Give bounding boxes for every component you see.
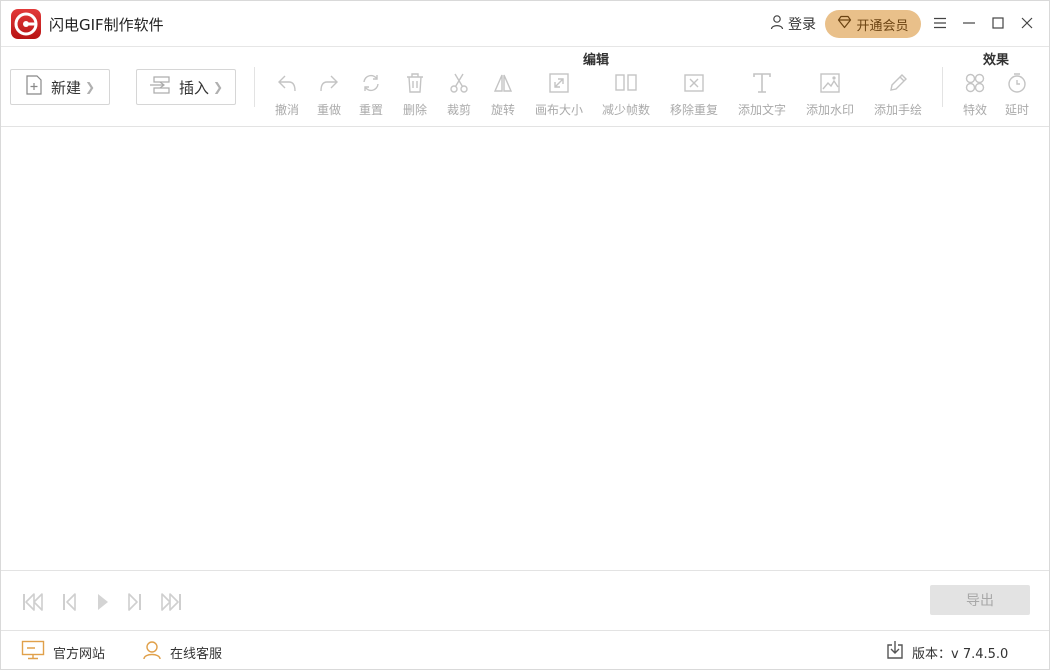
pencil-icon [886,71,910,95]
delay-label: 延时 [1005,103,1030,117]
minimize-icon[interactable] [960,14,978,32]
support-icon [142,640,162,664]
add-text-button[interactable]: 添加文字 [738,71,786,118]
reduce-frames-label: 减少帧数 [602,103,651,117]
app-window: 闪电GIF制作软件 登录 开通会员 新建 ❯ 插入 ❯ 编辑 撤消 重做 重置 … [0,0,1050,670]
download-icon [886,640,904,664]
login-label: 登录 [788,17,816,33]
online-support-label: 在线客服 [170,646,223,662]
trash-icon [403,71,427,95]
flip-icon [491,71,515,95]
insert-label: 插入 [179,78,210,97]
player-bar: 导出 [1,570,1049,631]
insert-icon [149,75,171,99]
reset-icon [359,71,383,95]
remove-duplicate-icon [682,71,706,95]
official-website-label: 官方网站 [53,646,106,662]
chevron-right-icon: ❯ [85,80,96,94]
crop-label: 裁剪 [447,103,472,117]
rotate-button[interactable]: 旋转 [491,71,515,118]
timer-icon [1005,71,1029,95]
reduce-frames-button[interactable]: 减少帧数 [602,71,650,118]
redo-icon [317,71,341,95]
canvas-area[interactable] [1,127,1049,570]
menu-icon[interactable] [931,14,949,32]
reset-label: 重置 [359,103,384,117]
redo-label: 重做 [317,103,342,117]
last-frame-icon[interactable] [159,590,183,614]
next-frame-icon[interactable] [123,590,147,614]
reset-button[interactable]: 重置 [359,71,383,118]
new-label: 新建 [51,78,82,97]
resize-icon [547,71,571,95]
chevron-right-icon: ❯ [213,80,224,94]
first-frame-icon[interactable] [21,590,45,614]
online-support-link[interactable]: 在线客服 [142,640,222,664]
effect-group-label: 效果 [983,53,1010,68]
toolbar-divider [254,67,255,107]
delete-label: 删除 [403,103,428,117]
effects-label: 特效 [963,103,988,117]
crop-button[interactable]: 裁剪 [447,71,471,118]
new-button[interactable]: 新建 ❯ [10,69,110,105]
canvas-size-label: 画布大小 [535,103,584,117]
add-watermark-label: 添加水印 [806,103,855,117]
user-icon [769,14,785,34]
app-logo [11,9,41,39]
toolbar: 新建 ❯ 插入 ❯ 编辑 撤消 重做 重置 删除 裁剪 旋转 画布大小 减少帧数… [1,47,1049,127]
previous-frame-icon[interactable] [57,590,81,614]
undo-button[interactable]: 撤消 [275,71,299,118]
effects-button[interactable]: 特效 [963,71,987,118]
maximize-icon[interactable] [989,14,1007,32]
status-bar: 官方网站 在线客服 版本：v 7.4.5.0 [1,631,1049,669]
diamond-icon [837,15,852,33]
frames-icon [614,71,638,95]
login-button[interactable]: 登录 [769,14,816,34]
remove-duplicate-button[interactable]: 移除重复 [670,71,718,118]
insert-button[interactable]: 插入 ❯ [136,69,236,105]
app-title: 闪电GIF制作软件 [49,16,164,34]
delete-button[interactable]: 删除 [403,71,427,118]
rotate-label: 旋转 [491,103,516,117]
toolbar-divider [942,67,943,107]
effects-icon [963,71,987,95]
add-drawing-label: 添加手绘 [874,103,923,117]
play-icon[interactable] [91,590,115,614]
monitor-icon [21,640,45,664]
version-info[interactable]: 版本：v 7.4.5.0 [886,640,1008,664]
official-website-link[interactable]: 官方网站 [21,640,105,664]
vip-label: 开通会员 [856,18,909,34]
add-text-label: 添加文字 [738,103,787,117]
version-label: 版本：v 7.4.5.0 [912,646,1009,662]
watermark-icon [818,71,842,95]
vip-button[interactable]: 开通会员 [825,10,921,38]
export-button[interactable]: 导出 [930,585,1030,615]
new-file-icon [25,75,43,99]
close-icon[interactable] [1018,14,1036,32]
delay-button[interactable]: 延时 [1005,71,1029,118]
edit-group-label: 编辑 [583,53,610,68]
undo-label: 撤消 [275,103,300,117]
text-icon [750,71,774,95]
remove-duplicate-label: 移除重复 [670,103,719,117]
canvas-size-button[interactable]: 画布大小 [535,71,583,118]
title-bar: 闪电GIF制作软件 登录 开通会员 [1,1,1049,47]
add-drawing-button[interactable]: 添加手绘 [874,71,922,118]
redo-button[interactable]: 重做 [317,71,341,118]
scissors-icon [447,71,471,95]
undo-icon [275,71,299,95]
add-watermark-button[interactable]: 添加水印 [806,71,854,118]
